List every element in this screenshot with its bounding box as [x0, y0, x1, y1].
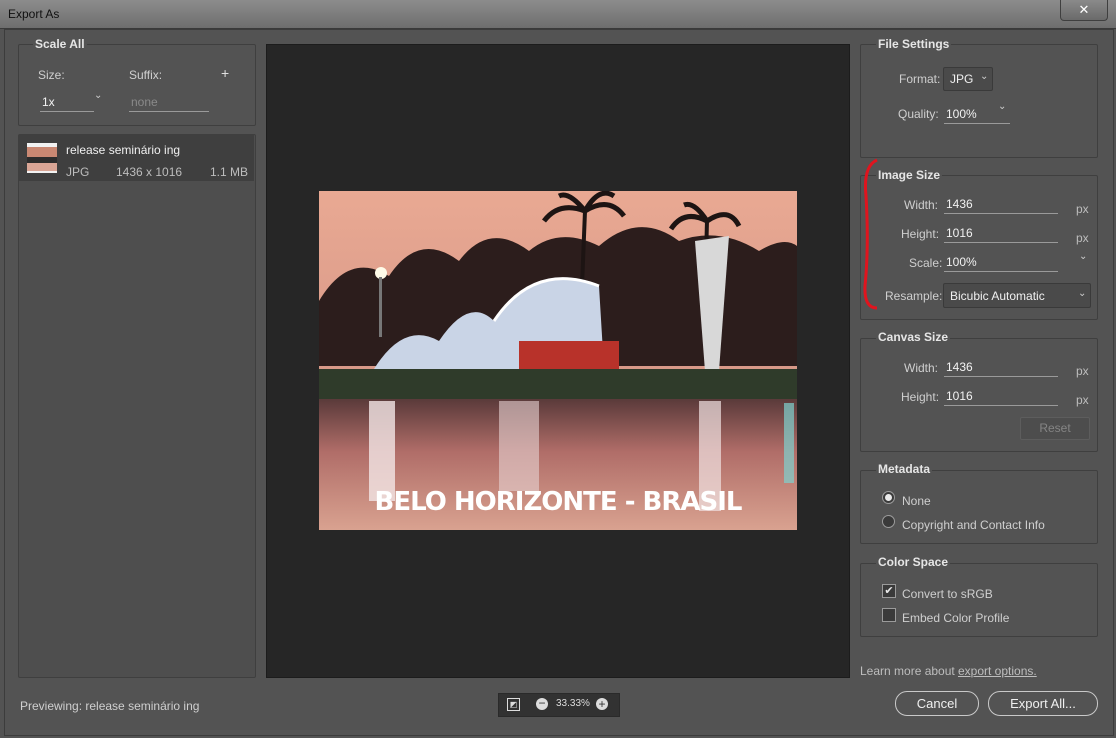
scale-all-panel	[18, 44, 256, 126]
image-height-unit: px	[1076, 231, 1089, 245]
scale-value: 100%	[946, 255, 977, 269]
size-value: 1x	[42, 95, 55, 109]
canvas-width-value: 1436	[946, 360, 973, 374]
resample-select[interactable]: Bicubic Automatic ⌄	[943, 283, 1091, 308]
asset-row[interactable]: release seminário ing JPG 1436 x 1016 1.…	[19, 135, 254, 181]
image-width-input[interactable]: 1436	[944, 197, 1058, 214]
close-button[interactable]: ✕	[1060, 0, 1108, 21]
export-all-button[interactable]: Export All...	[988, 691, 1098, 716]
quality-chevron-icon: ⌄	[998, 101, 1007, 112]
asset-filesize: 1.1 MB	[210, 165, 249, 179]
preview-status: Previewing: release seminário ing	[20, 699, 199, 713]
cancel-button[interactable]: Cancel	[895, 691, 979, 716]
metadata-copyright-label: Copyright and Contact Info	[902, 518, 1045, 532]
canvas-width-label: Width:	[904, 361, 939, 375]
format-select[interactable]: JPG ⌄	[943, 67, 993, 91]
scale-input[interactable]: 100%	[944, 255, 1058, 272]
asset-name: release seminário ing	[66, 143, 181, 157]
size-select[interactable]: 1x	[40, 95, 94, 112]
scale-label: Scale:	[909, 256, 943, 270]
file-settings-title: File Settings	[876, 37, 952, 51]
window-title: Export As	[8, 7, 60, 21]
canvas-width-unit: px	[1076, 364, 1089, 378]
checkmark-icon: ✔	[884, 585, 894, 597]
asset-dimensions: 1436 x 1016	[116, 165, 183, 179]
photo-illustration	[319, 191, 797, 530]
convert-srgb-label: Convert to sRGB	[902, 587, 993, 601]
fit-screen-icon[interactable]: ◩	[507, 698, 520, 711]
scale-all-title: Scale All	[33, 37, 87, 51]
canvas-width-input[interactable]: 1436	[944, 360, 1058, 377]
metadata-none-radio[interactable]	[882, 491, 895, 504]
preview-status-name: release seminário ing	[85, 699, 200, 713]
metadata-copyright-radio[interactable]	[882, 515, 895, 528]
close-icon: ✕	[1078, 2, 1090, 17]
resample-value: Bicubic Automatic	[950, 289, 1045, 303]
image-height-value: 1016	[946, 226, 973, 240]
size-label: Size:	[38, 68, 65, 82]
file-settings-panel	[860, 44, 1098, 158]
zoom-in-icon[interactable]: +	[596, 698, 608, 710]
resample-label: Resample:	[885, 289, 943, 303]
canvas-height-label: Height:	[901, 390, 940, 404]
resample-chevron-icon: ⌄	[1078, 288, 1087, 299]
canvas-height-unit: px	[1076, 393, 1089, 407]
reset-button[interactable]: Reset	[1020, 417, 1090, 440]
format-value: JPG	[950, 72, 974, 86]
canvas-height-value: 1016	[946, 389, 973, 403]
color-space-title: Color Space	[876, 555, 951, 569]
image-width-label: Width:	[904, 198, 939, 212]
canvas-height-input[interactable]: 1016	[944, 389, 1058, 406]
preview-status-label: Previewing:	[20, 699, 83, 713]
quality-label: Quality:	[898, 107, 939, 121]
suffix-placeholder: none	[131, 95, 158, 109]
add-scale-button[interactable]: +	[221, 65, 229, 81]
format-chevron-icon: ⌄	[980, 71, 989, 82]
metadata-none-label: None	[902, 494, 931, 508]
preview-image: BELO HORIZONTE - BRASIL	[319, 191, 797, 530]
image-height-input[interactable]: 1016	[944, 226, 1058, 243]
canvas-size-title: Canvas Size	[876, 330, 951, 344]
asset-format: JPG	[66, 165, 90, 179]
learn-more-text: Learn more about	[860, 664, 955, 678]
convert-srgb-checkbox[interactable]: ✔	[882, 584, 896, 598]
title-bar: Export As ✕	[0, 0, 1116, 29]
red-annotation-bracket	[863, 158, 878, 310]
quality-value: 100%	[946, 107, 977, 121]
zoom-level: 33.33%	[556, 698, 590, 709]
image-height-label: Height:	[901, 227, 940, 241]
asset-thumbnail	[27, 143, 57, 173]
export-options-link[interactable]: export options.	[958, 664, 1037, 678]
zoom-bar: ◩ − 33.33% +	[498, 693, 620, 717]
size-chevron-icon: ⌄	[94, 90, 103, 101]
image-size-title: Image Size	[876, 168, 943, 182]
image-width-value: 1436	[946, 197, 973, 211]
suffix-label: Suffix:	[129, 68, 163, 82]
metadata-panel	[860, 470, 1098, 544]
suffix-input[interactable]: none	[129, 95, 209, 112]
preview-caption: BELO HORIZONTE - BRASIL	[374, 487, 743, 517]
metadata-title: Metadata	[876, 462, 933, 476]
format-label: Format:	[899, 72, 941, 86]
zoom-out-icon[interactable]: −	[536, 697, 548, 710]
asset-list	[18, 134, 256, 678]
embed-profile-checkbox[interactable]	[882, 608, 896, 622]
embed-profile-label: Embed Color Profile	[902, 611, 1010, 625]
scale-chevron-icon: ⌄	[1079, 251, 1088, 262]
image-width-unit: px	[1076, 202, 1089, 216]
